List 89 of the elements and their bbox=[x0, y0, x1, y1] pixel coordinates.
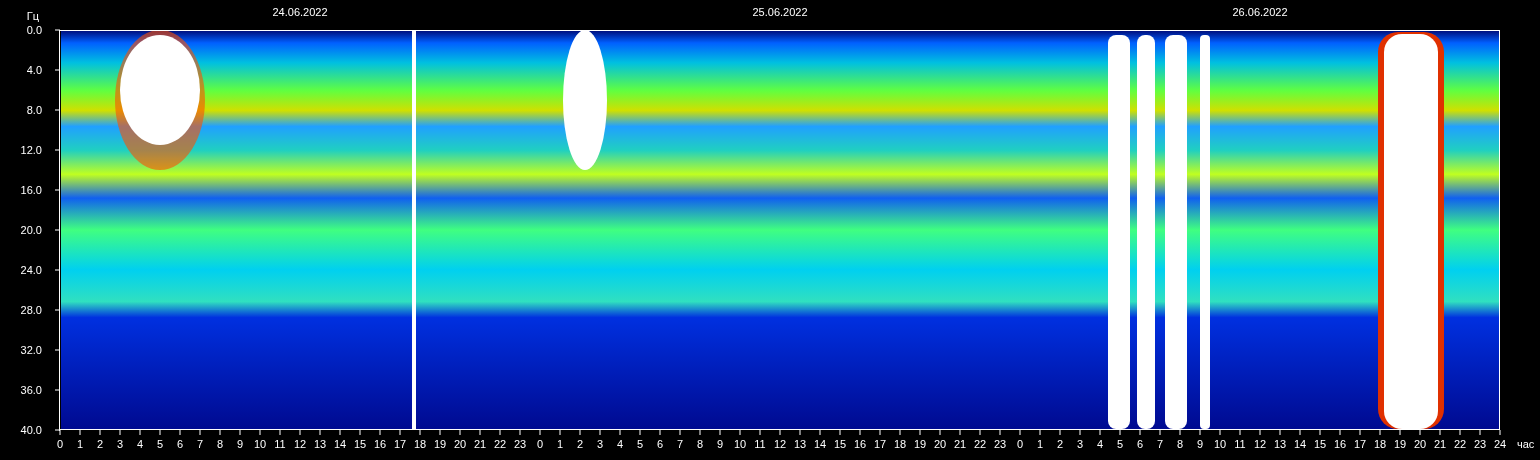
x-tick-label: 4 bbox=[136, 438, 144, 450]
x-tick-label: 11 bbox=[1234, 438, 1246, 450]
x-tick-label: 4 bbox=[1096, 438, 1104, 450]
x-tick-label: 15 bbox=[1313, 438, 1327, 450]
x-tick-label: 13 bbox=[1273, 438, 1287, 450]
x-tick-label: 8 bbox=[216, 438, 224, 450]
y-tick-label: 40.0 bbox=[20, 424, 42, 436]
x-tick-label: 21 bbox=[1433, 438, 1447, 450]
x-tick-label: 13 bbox=[313, 438, 327, 450]
x-tick-label: 11 bbox=[274, 438, 286, 450]
y-tick-label: 20.0 bbox=[20, 224, 42, 236]
x-tick-label: 19 bbox=[1393, 438, 1407, 450]
x-tick-label: 15 bbox=[353, 438, 367, 450]
x-tick-label: 22 bbox=[493, 438, 507, 450]
x-tick-label: 23 bbox=[1473, 438, 1487, 450]
y-tick-label: 12.0 bbox=[20, 144, 42, 156]
x-tick-label: 24 bbox=[1493, 438, 1507, 450]
x-tick-label: 0 bbox=[56, 438, 64, 450]
x-tick-label: 0 bbox=[1016, 438, 1024, 450]
x-tick-label: 20 bbox=[453, 438, 467, 450]
x-tick-label: 12 bbox=[773, 438, 787, 450]
x-tick-label: 22 bbox=[1453, 438, 1467, 450]
x-tick-label: 17 bbox=[1353, 438, 1367, 450]
x-tick-label: 14 bbox=[813, 438, 827, 450]
x-tick-label: 17 bbox=[873, 438, 887, 450]
x-tick-label: 4 bbox=[616, 438, 624, 450]
x-tick-label: 11 bbox=[754, 438, 766, 450]
x-tick-label: 2 bbox=[1056, 438, 1064, 450]
x-tick-label: 16 bbox=[853, 438, 867, 450]
x-tick-label: 1 bbox=[556, 438, 564, 450]
x-tick-label: 18 bbox=[413, 438, 427, 450]
y-tick-label: 36.0 bbox=[20, 384, 42, 396]
date-label: 25.06.2022 bbox=[752, 6, 808, 18]
y-tick-label: 24.0 bbox=[20, 264, 42, 276]
x-tick-label: 13 bbox=[793, 438, 807, 450]
x-tick-label: 3 bbox=[1076, 438, 1084, 450]
x-tick-label: 18 bbox=[893, 438, 907, 450]
x-tick-label: 3 bbox=[116, 438, 124, 450]
x-tick-label: 7 bbox=[676, 438, 684, 450]
axis-unit-label: Гц bbox=[26, 10, 40, 22]
x-tick-label: 6 bbox=[1136, 438, 1144, 450]
x-tick-label: 9 bbox=[236, 438, 244, 450]
x-tick-label: 14 bbox=[333, 438, 347, 450]
x-tick-label: 20 bbox=[933, 438, 947, 450]
y-tick-label: 32.0 bbox=[20, 344, 42, 356]
x-tick-label: 8 bbox=[696, 438, 704, 450]
date-label: 24.06.2022 bbox=[272, 6, 328, 18]
x-tick-label: 2 bbox=[96, 438, 104, 450]
x-tick-label: 12 bbox=[293, 438, 307, 450]
axis-unit-label: час bbox=[1517, 438, 1535, 450]
y-tick-label: 0.0 bbox=[26, 24, 42, 36]
x-tick-label: 7 bbox=[196, 438, 204, 450]
x-tick-label: 21 bbox=[473, 438, 487, 450]
x-tick-label: 19 bbox=[913, 438, 927, 450]
x-tick-label: 16 bbox=[1333, 438, 1347, 450]
y-tick-label: 4.0 bbox=[26, 64, 42, 76]
x-tick-label: 19 bbox=[433, 438, 447, 450]
x-tick-label: 21 bbox=[953, 438, 967, 450]
x-tick-label: 7 bbox=[1156, 438, 1164, 450]
x-tick-label: 6 bbox=[656, 438, 664, 450]
x-tick-label: 1 bbox=[76, 438, 84, 450]
x-tick-label: 18 bbox=[1373, 438, 1387, 450]
x-tick-label: 15 bbox=[833, 438, 847, 450]
x-tick-label: 17 bbox=[393, 438, 407, 450]
x-tick-label: 14 bbox=[1293, 438, 1307, 450]
y-tick-label: 16.0 bbox=[20, 184, 42, 196]
x-tick-label: 5 bbox=[156, 438, 164, 450]
x-tick-label: 20 bbox=[1413, 438, 1427, 450]
x-tick-label: 23 bbox=[513, 438, 527, 450]
x-tick-label: 6 bbox=[176, 438, 184, 450]
x-tick-label: 10 bbox=[253, 438, 267, 450]
y-tick-label: 28.0 bbox=[20, 304, 42, 316]
x-tick-label: 9 bbox=[716, 438, 724, 450]
x-tick-label: 3 bbox=[596, 438, 604, 450]
x-tick-label: 16 bbox=[373, 438, 387, 450]
x-tick-label: 5 bbox=[1116, 438, 1124, 450]
x-tick-label: 5 bbox=[636, 438, 644, 450]
x-tick-label: 0 bbox=[536, 438, 544, 450]
x-tick-label: 10 bbox=[1213, 438, 1227, 450]
x-tick-label: 10 bbox=[733, 438, 747, 450]
x-tick-label: 23 bbox=[993, 438, 1007, 450]
x-tick-label: 9 bbox=[1196, 438, 1204, 450]
x-tick-label: 1 bbox=[1036, 438, 1044, 450]
x-tick-label: 2 bbox=[576, 438, 584, 450]
x-tick-label: 12 bbox=[1253, 438, 1267, 450]
x-tick-label: 8 bbox=[1176, 438, 1184, 450]
date-label: 26.06.2022 bbox=[1232, 6, 1288, 18]
y-tick-label: 8.0 bbox=[26, 104, 42, 116]
x-tick-label: 22 bbox=[973, 438, 987, 450]
